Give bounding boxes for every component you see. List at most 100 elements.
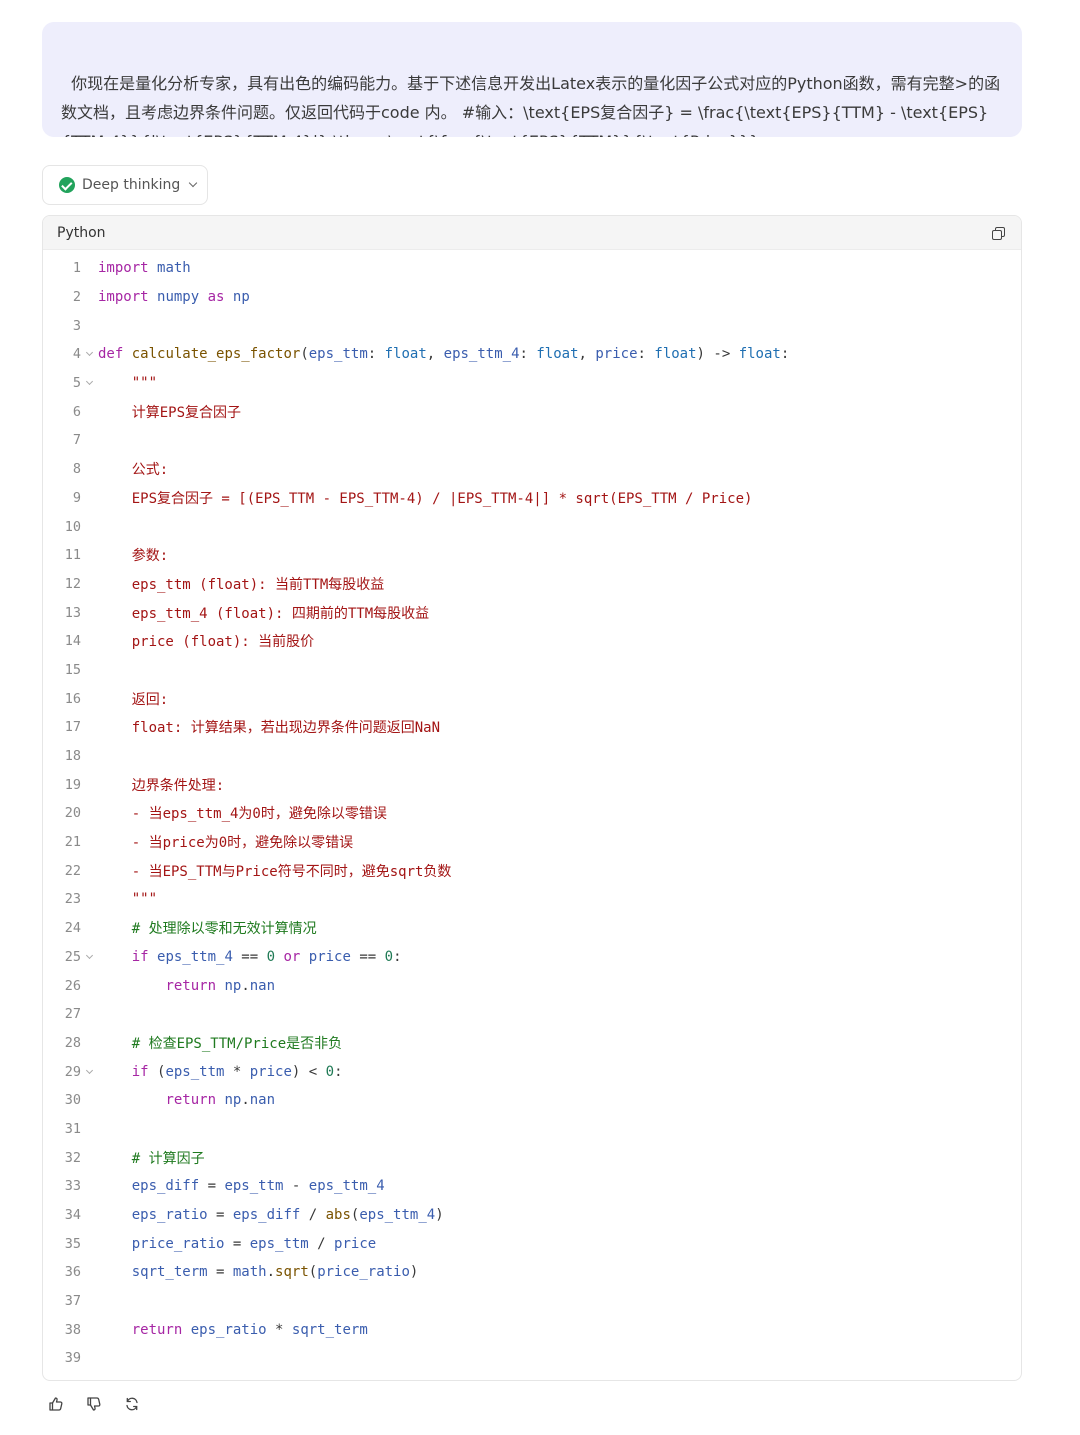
- code-text: """: [98, 375, 158, 392]
- code-text: - 当EPS_TTM与Price符号不同时，避免sqrt负数: [98, 863, 452, 880]
- code-line: 16 返回:: [43, 684, 1021, 713]
- code-text: eps_ttm (float): 当前TTM每股收益: [98, 576, 385, 593]
- line-number: 38: [64, 1321, 81, 1338]
- code-text: float: 计算结果，若出现边界条件问题返回NaN: [98, 720, 441, 737]
- code-line: 32 # 计算因子: [43, 1143, 1021, 1172]
- line-number: 9: [72, 489, 81, 506]
- code-line: 9 EPS复合因子 = [(EPS_TTM - EPS_TTM-4) / |EP…: [43, 484, 1021, 513]
- line-number: 30: [64, 1092, 81, 1109]
- fold-chevron-icon[interactable]: [85, 951, 94, 959]
- code-text: if eps_ttm_4 == 0 or price == 0:: [131, 948, 402, 965]
- user-prompt-bubble: 你现在是量化分析专家，具有出色的编码能力。基于下述信息开发出Latex表示的量化…: [42, 22, 1022, 137]
- line-number: 39: [64, 1350, 81, 1367]
- code-line: 39: [43, 1344, 1021, 1373]
- line-number: 13: [64, 604, 81, 621]
- code-line: 2 import numpy as np: [43, 283, 1021, 312]
- code-line: 31: [43, 1115, 1021, 1144]
- code-text: sqrt_term = math.sqrt(price_ratio): [131, 1264, 419, 1281]
- code-text: # 处理除以零和无效计算情况: [98, 921, 317, 938]
- line-number: 20: [64, 805, 81, 822]
- code-text: # 检查EPS_TTM/Price是否非负: [98, 1035, 343, 1052]
- line-number: 14: [64, 633, 81, 650]
- thumbs-down-icon[interactable]: [86, 1395, 102, 1413]
- code-text: EPS复合因子 = [(EPS_TTM - EPS_TTM-4) / |EPS_…: [98, 490, 753, 507]
- code-line: 26 return np.nan: [43, 971, 1021, 1000]
- line-number: 17: [64, 719, 81, 736]
- code-text: eps_ratio = eps_diff / abs(eps_ttm_4): [131, 1207, 444, 1224]
- line-number: 18: [64, 748, 81, 765]
- line-number: 15: [64, 661, 81, 678]
- deep-thinking-toggle[interactable]: Deep thinking: [42, 165, 208, 205]
- fold-chevron-icon[interactable]: [85, 378, 94, 386]
- code-line: 6 计算EPS复合因子: [43, 397, 1021, 426]
- code-text: 公式:: [98, 462, 169, 479]
- fold-gutter[interactable]: [81, 1066, 98, 1074]
- code-text: 参数:: [98, 548, 169, 565]
- copy-icon[interactable]: [991, 226, 1005, 240]
- line-number: 36: [64, 1264, 81, 1281]
- fold-chevron-icon[interactable]: [85, 349, 94, 357]
- line-number: 23: [64, 891, 81, 908]
- code-text: 边界条件处理:: [98, 777, 225, 794]
- line-number: 1: [72, 260, 81, 277]
- regenerate-icon[interactable]: [124, 1395, 140, 1413]
- code-line: 11 参数:: [43, 541, 1021, 570]
- line-number: 34: [64, 1207, 81, 1224]
- code-text: # 计算因子: [98, 1150, 205, 1167]
- fold-gutter[interactable]: [81, 951, 98, 959]
- code-line: 36 sqrt_term = math.sqrt(price_ratio): [43, 1258, 1021, 1287]
- code-text: eps_diff = eps_ttm - eps_ttm_4: [131, 1178, 385, 1195]
- line-number: 33: [64, 1178, 81, 1195]
- code-line: 28 # 检查EPS_TTM/Price是否非负: [43, 1029, 1021, 1058]
- code-line: 30 return np.nan: [43, 1086, 1021, 1115]
- line-number: 10: [64, 518, 81, 535]
- code-line: 8 公式:: [43, 455, 1021, 484]
- code-line: 35 price_ratio = eps_ttm / price: [43, 1229, 1021, 1258]
- line-number: 31: [64, 1120, 81, 1137]
- code-text: 返回:: [98, 691, 169, 708]
- code-line: 5 """: [43, 369, 1021, 398]
- code-line: 34 eps_ratio = eps_diff / abs(eps_ttm_4): [43, 1201, 1021, 1230]
- code-line: 27: [43, 1000, 1021, 1029]
- check-circle-icon: [59, 177, 75, 193]
- code-line: 13 eps_ttm_4 (float): 四期前的TTM每股收益: [43, 598, 1021, 627]
- code-line: 18: [43, 742, 1021, 771]
- line-number: 2: [72, 289, 81, 306]
- line-number: 29: [64, 1063, 81, 1080]
- line-number: 6: [72, 403, 81, 420]
- code-text: import math: [98, 260, 191, 277]
- code-line: 25 if eps_ttm_4 == 0 or price == 0:: [43, 943, 1021, 972]
- code-text: price_ratio = eps_ttm / price: [131, 1235, 377, 1252]
- line-number: 26: [64, 977, 81, 994]
- code-text: if (eps_ttm * price) < 0:: [131, 1063, 343, 1080]
- deep-thinking-label: Deep thinking: [82, 177, 181, 193]
- code-language-label: Python: [57, 224, 106, 241]
- code-text: import numpy as np: [98, 289, 250, 306]
- line-number: 22: [64, 862, 81, 879]
- code-text: - 当price为0时，避免除以零错误: [98, 835, 354, 852]
- line-number: 24: [64, 920, 81, 937]
- line-number: 37: [64, 1293, 81, 1310]
- code-line: 20 - 当eps_ttm_4为0时，避免除以零错误: [43, 799, 1021, 828]
- fold-chevron-icon[interactable]: [85, 1066, 94, 1074]
- line-number: 7: [72, 432, 81, 449]
- code-line: 7: [43, 426, 1021, 455]
- fold-gutter[interactable]: [81, 378, 98, 386]
- code-line: 3: [43, 311, 1021, 340]
- code-header: Python: [43, 216, 1021, 250]
- thumbs-up-icon[interactable]: [48, 1395, 64, 1413]
- code-line: 23 """: [43, 885, 1021, 914]
- line-number: 21: [64, 834, 81, 851]
- line-number: 8: [72, 461, 81, 478]
- code-line: 4 def calculate_eps_factor(eps_ttm: float…: [43, 340, 1021, 369]
- code-line: 1 import math: [43, 254, 1021, 283]
- code-text: price (float): 当前股价: [98, 634, 315, 651]
- user-prompt-text: 你现在是量化分析专家，具有出色的编码能力。基于下述信息开发出Latex表示的量化…: [61, 74, 1001, 137]
- code-line: 38 return eps_ratio * sqrt_term: [43, 1315, 1021, 1344]
- fold-gutter[interactable]: [81, 349, 98, 357]
- line-number: 35: [64, 1235, 81, 1252]
- code-text: return eps_ratio * sqrt_term: [131, 1321, 368, 1338]
- code-text: """: [98, 891, 158, 908]
- code-line: 12 eps_ttm (float): 当前TTM每股收益: [43, 570, 1021, 599]
- code-block: Python 1 import math 2 import numpy as np 3 4…: [42, 215, 1022, 1381]
